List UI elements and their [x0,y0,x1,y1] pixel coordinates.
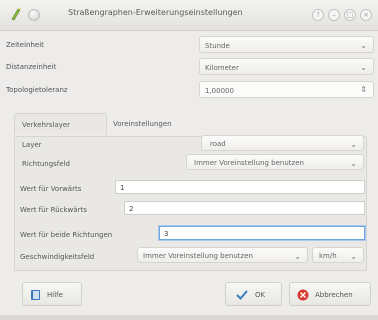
tab-label: Voreinstellungen [113,120,172,128]
chevron-down-icon: ⌄ [360,63,367,72]
distance-unit-value: Kilometer [205,64,239,72]
speed-field-value: Immer Voreinstellung benutzen [143,252,253,260]
forward-value-label: Wert für Vorwärts [20,185,82,193]
ok-button-label: OK [255,291,266,299]
direction-field-select[interactable]: Immer Voreinstellung benutzen ⌄ [186,154,364,170]
chevron-down-icon: ⌄ [350,252,357,261]
help-button[interactable]: Hilfe [22,282,82,306]
cancel-button-label: Abbrechen [315,291,353,299]
distance-unit-label: Distanzeinheit [6,63,57,71]
backward-value-input[interactable]: 2 [124,201,365,215]
chevron-down-icon: ⌄ [294,252,301,261]
tab-voreinstellungen[interactable]: Voreinstellungen [106,113,202,135]
dialog-window: Straßengraphen-Erweiterungseinstellungen… [0,0,378,320]
help-book-icon [31,290,40,300]
time-unit-select[interactable]: Stunde ⌄ [199,36,374,53]
backward-value: 2 [129,205,134,213]
spin-arrows-icon[interactable]: ⇕ [360,85,367,94]
ok-button[interactable]: OK [225,282,282,306]
window-menu-icon[interactable] [28,9,40,21]
topology-tolerance-value: 1,00000 [205,87,234,95]
time-unit-label: Zeiteinheit [6,41,44,49]
minimize-icon[interactable]: – [328,9,340,21]
checkmark-icon [236,290,248,300]
both-value-label: Wert für beide Richtungen [20,231,113,239]
maximize-icon[interactable]: □ [344,9,356,21]
chevron-down-icon: ⌄ [350,140,357,149]
tab-verkehrslayer[interactable]: Verkehrslayer [14,113,107,135]
window-bottom-edge [0,315,378,320]
both-value: 3 [164,230,169,238]
speed-field-select[interactable]: Immer Voreinstellung benutzen ⌄ [137,247,308,263]
title-bar: Straßengraphen-Erweiterungseinstellungen… [0,0,378,31]
both-value-input[interactable]: 3 [159,226,365,240]
direction-field-label: Richtungsfeld [22,160,70,168]
tab-label: Verkehrslayer [22,121,71,129]
topology-tolerance-spinbox[interactable]: 1,00000 ⇕ [199,81,374,98]
layer-select[interactable]: road ⌄ [201,135,364,151]
chevron-down-icon: ⌄ [360,41,367,50]
layer-value: road [210,140,226,148]
backward-value-label: Wert für Rückwärts [20,206,87,214]
distance-unit-select[interactable]: Kilometer ⌄ [199,58,374,75]
speed-unit-value: km/h [319,252,337,260]
speed-unit-select[interactable]: km/h ⌄ [312,247,364,263]
window-title: Straßengraphen-Erweiterungseinstellungen [68,8,243,17]
app-icon [11,8,21,21]
forward-value: 1 [120,184,125,192]
cancel-icon [297,289,309,301]
chevron-down-icon: ⌄ [350,159,357,168]
help-button-label: Hilfe [47,291,63,299]
cancel-button[interactable]: Abbrechen [289,282,371,306]
time-unit-value: Stunde [205,42,230,50]
speed-field-label: Geschwindigkeitsfeld [20,253,95,261]
direction-field-value: Immer Voreinstellung benutzen [194,159,304,167]
help-window-icon[interactable]: ? [312,9,324,21]
forward-value-input[interactable]: 1 [115,180,365,194]
close-icon[interactable]: × [360,9,372,21]
layer-label: Layer [22,141,42,149]
topology-tolerance-label: Topologietoleranz [6,86,68,94]
